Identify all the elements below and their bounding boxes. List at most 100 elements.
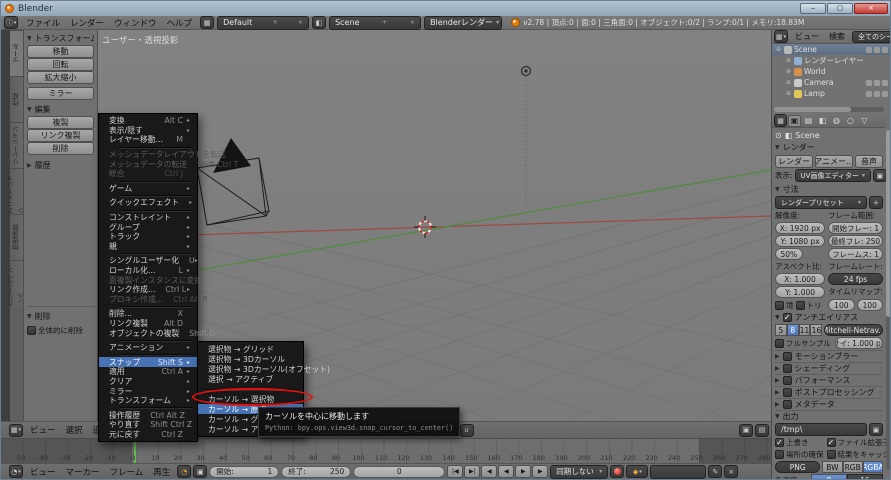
timeline-menu[interactable]: マーカー [61, 466, 105, 478]
panel-header-antialiasing[interactable]: ▼ ✓ アンチエイリアス :: [775, 311, 883, 323]
aspect-x-field[interactable]: X: 1.000 [775, 273, 825, 285]
viewport-menu[interactable]: 選択 [61, 424, 88, 436]
aspect-y-field[interactable]: Y: 1.000 [775, 286, 825, 298]
restrict-icons[interactable] [866, 47, 891, 53]
aa-samples-toggle[interactable]: 16 [810, 324, 822, 336]
aa-filter-selector[interactable]: Mitchell-Netrav... [824, 324, 883, 336]
outliner-row[interactable]: ⊕ Scene [772, 44, 891, 55]
tool-button[interactable]: リンク複製 [27, 129, 94, 142]
resolution-y-field[interactable]: Y: 1080 px [775, 235, 825, 247]
object-menu-item[interactable]: アニメーション [99, 343, 197, 353]
editor-type-info-icon[interactable]: ⓘ▾ [4, 16, 18, 29]
close-button[interactable]: × [854, 3, 888, 14]
tool-shelf-tab[interactable]: グリースペンシル [10, 260, 23, 306]
panel-checkbox[interactable] [783, 400, 792, 409]
layout-selector[interactable]: Default + × [217, 16, 309, 30]
delete-scene-icon[interactable]: × [410, 19, 415, 26]
object-menu-item[interactable]: プロキシ作成... Ctrl Alt P [99, 295, 197, 305]
outliner-menu[interactable]: ビュー [790, 31, 824, 42]
tab-render[interactable]: ▣ [788, 115, 801, 127]
topbar-menu[interactable]: ヘルプ [162, 17, 198, 29]
aa-samples-toggle[interactable]: 8 [787, 324, 799, 336]
restrict-icons[interactable] [866, 80, 891, 86]
playback-button[interactable]: ▶ [532, 465, 548, 478]
collapsed-panel-header[interactable]: ▶ モーションブラー :: [775, 350, 883, 362]
pin-icon[interactable]: ⊙ [775, 131, 782, 140]
tool-button[interactable]: 複製 [27, 116, 94, 129]
tool-shelf-tab[interactable]: リレーション [10, 122, 23, 168]
snap-menu-item[interactable] [198, 384, 303, 394]
tool-button[interactable]: 回転 [27, 58, 94, 71]
tab-scene[interactable]: ◧ [816, 115, 829, 127]
add-scene-icon[interactable]: + [382, 19, 387, 26]
expander-icon[interactable]: ⊕ [786, 68, 792, 75]
aa-samples-toggle[interactable]: 5 [775, 324, 787, 336]
add-layout-icon[interactable]: + [273, 19, 278, 26]
playback-button[interactable]: ◀ [481, 465, 497, 478]
render-engine-selector[interactable]: Blenderレンダー▾ [424, 16, 502, 30]
object-menu-item[interactable]: トランスフォーム [99, 396, 197, 406]
frame-step-field[interactable]: フレームス: 1 [828, 248, 883, 260]
object-menu-item[interactable]: レイヤー移動... M [99, 135, 197, 145]
expander-icon[interactable]: ⊕ [786, 57, 792, 64]
tool-shelf-tab[interactable]: 物理演算 [10, 214, 23, 260]
editor-type-3dview-icon[interactable]: ▦▾ [9, 424, 23, 437]
screen-layout-icon[interactable]: ▦ [200, 16, 214, 29]
sync-mode-selector[interactable]: 同期しない▾ [550, 465, 608, 479]
resolution-percent-field[interactable]: 50% [775, 248, 803, 260]
maximize-button[interactable]: ▢ [827, 3, 853, 14]
object-menu-item[interactable]: 元に戻す Ctrl Z [99, 430, 197, 440]
crop-checkbox[interactable] [796, 301, 805, 310]
panel-checkbox[interactable] [783, 352, 792, 361]
object-menu-item[interactable]: ゲーム [99, 184, 197, 194]
resolution-x-field[interactable]: X: 1920 px [775, 222, 825, 234]
render-opengl-anim-icon[interactable]: ▤ [755, 424, 769, 437]
tab-world[interactable]: ◍ [830, 115, 843, 127]
collapsed-panel-header[interactable]: ▶ シェーディング :: [775, 362, 883, 374]
color-depth-toggle[interactable]: 16 [847, 474, 883, 480]
playback-button[interactable]: ▶| [464, 465, 480, 478]
collapsed-panel-header[interactable]: ▶ ポストプロセッシング :: [775, 386, 883, 398]
remap-new-field[interactable]: 100 [857, 299, 883, 311]
snap-menu-item[interactable]: 選択物 → 3Dカーソル(オフセット) [198, 364, 303, 374]
panel-checkbox[interactable] [783, 376, 792, 385]
snap-menu-item[interactable]: 選択物 → 3Dカーソル [198, 354, 303, 364]
file-extension-checkbox[interactable]: ✓ [827, 438, 836, 447]
animation-button[interactable]: アニメー... [815, 155, 853, 168]
tool-shelf-tab[interactable]: アニメーション [10, 168, 23, 214]
topbar-menu[interactable]: ウィンドウ [109, 17, 162, 29]
cache-result-checkbox[interactable] [827, 450, 836, 459]
properties-scrollbar[interactable] [886, 130, 891, 470]
framerate-selector[interactable]: 24 fps [828, 273, 883, 285]
expander-icon[interactable]: ⊕ [786, 90, 792, 97]
panel-checkbox[interactable] [783, 388, 792, 397]
snap-menu-item[interactable]: 選択 → アクティブ [198, 374, 303, 384]
delete-layout-icon[interactable]: × [298, 19, 303, 26]
editor-type-outliner-icon[interactable]: ▦▾ [774, 30, 788, 43]
topbar-menu[interactable]: ファイル [21, 17, 65, 29]
restrict-icons[interactable] [866, 91, 891, 97]
object-menu-item[interactable]: 統合 Ctrl J [99, 169, 197, 179]
record-button[interactable] [610, 465, 624, 478]
current-frame-field[interactable]: 0 [353, 466, 445, 478]
render-opengl-icon[interactable]: ▣ [739, 424, 753, 437]
outliner-menu[interactable]: 検索 [824, 31, 850, 42]
operator-panel-header[interactable]: ▼ 削除 :: [27, 310, 95, 322]
folder-icon[interactable]: ▣ [869, 423, 883, 436]
object-menu-item[interactable]: オブジェクトの複製 Shift D [99, 328, 197, 338]
snap-menu-item[interactable]: カーソル → 選択物 [198, 394, 303, 404]
viewport-menu[interactable]: ビュー [25, 424, 61, 436]
timeline-menu[interactable]: 再生 [148, 466, 175, 478]
frame-end-field[interactable]: 終了:250 [281, 466, 351, 478]
panel-header-render[interactable]: ▼ レンダー :: [775, 141, 883, 153]
scene-icon[interactable]: ◧ [312, 16, 326, 29]
editor-type-properties-icon[interactable]: ▦ [774, 114, 787, 127]
output-path-field[interactable]: /tmp\ [775, 423, 867, 436]
tool-shelf-tab[interactable]: 作成 [10, 76, 23, 122]
playback-button[interactable]: |◀ [447, 465, 463, 478]
topbar-menu[interactable]: レンダー [65, 17, 109, 29]
aa-size-field[interactable]: サイ: 1.000 px [835, 337, 884, 349]
playback-button[interactable]: ◀ [498, 465, 514, 478]
expander-icon[interactable]: ⊕ [776, 46, 782, 53]
color-mode-toggle[interactable]: BW [822, 461, 842, 473]
